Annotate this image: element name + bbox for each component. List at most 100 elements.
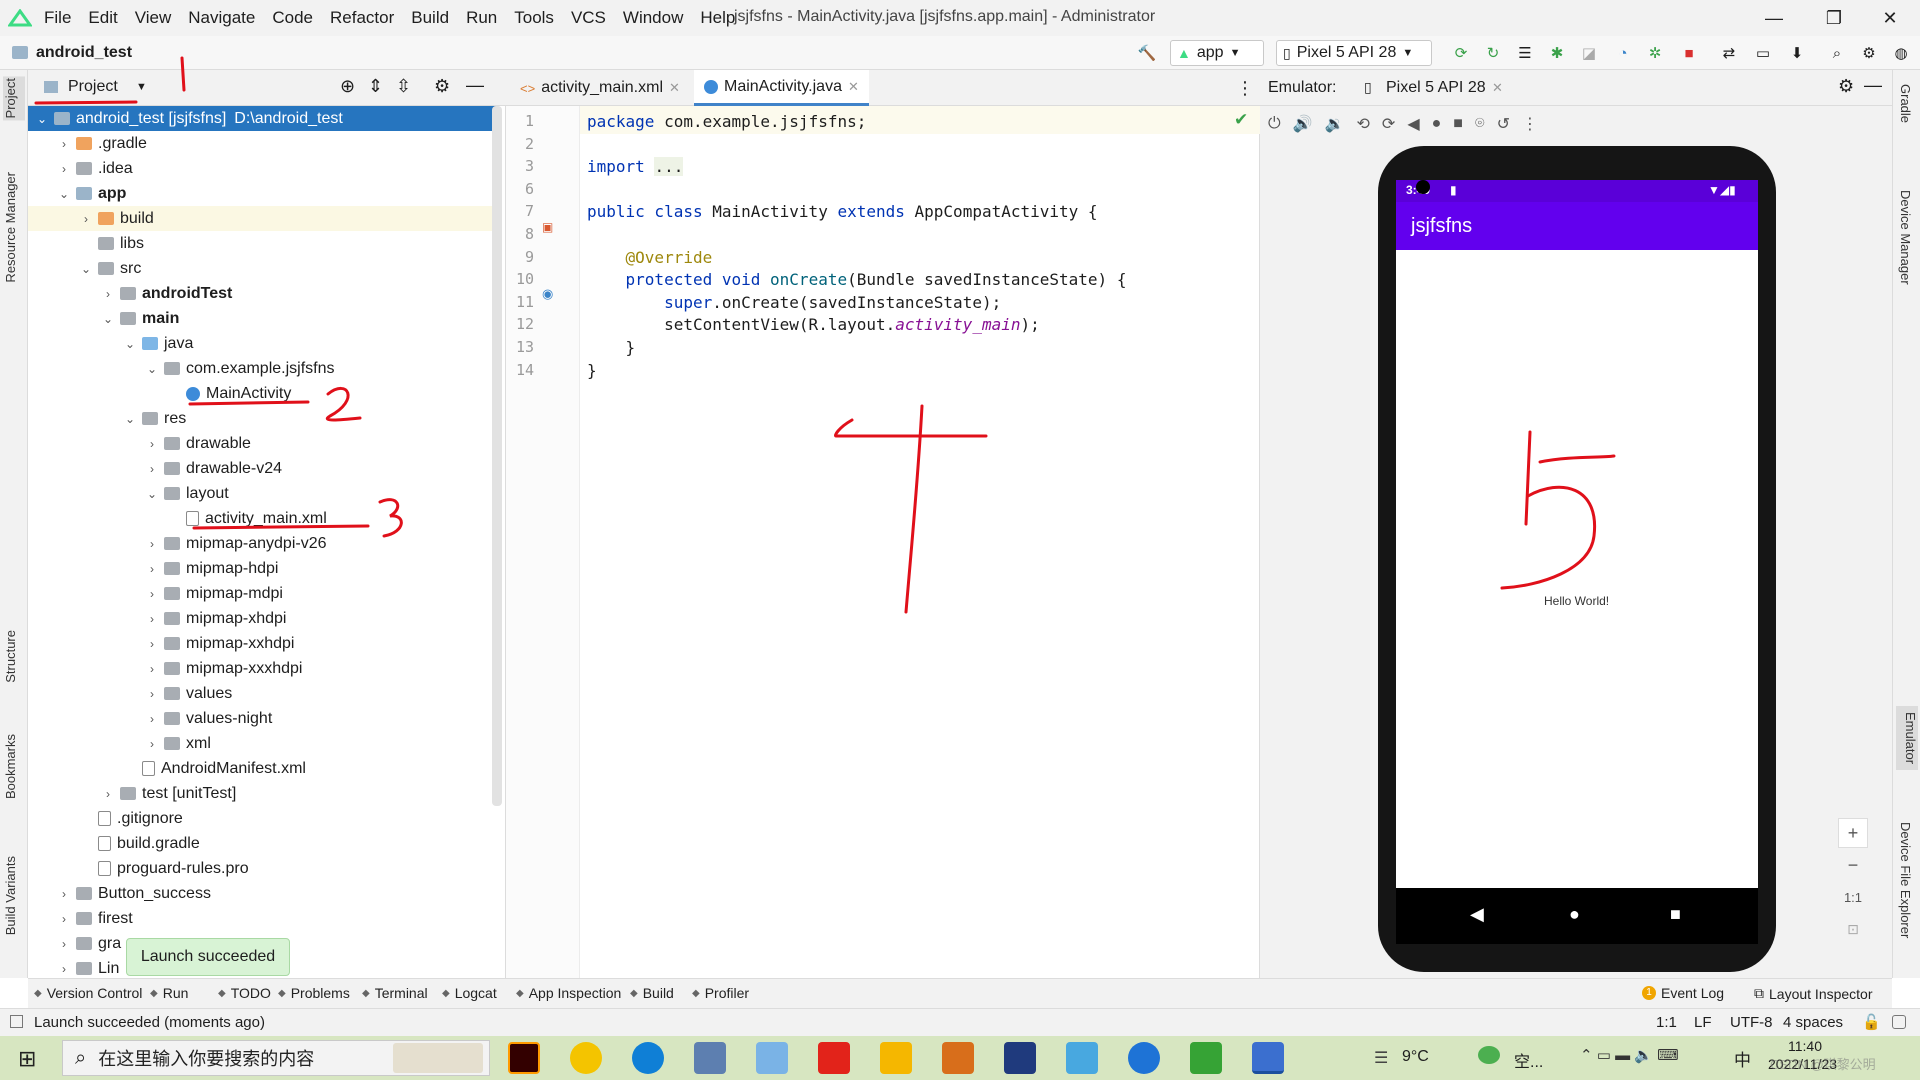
menu-vcs[interactable]: VCS xyxy=(571,8,606,28)
tree-item[interactable]: › values-night xyxy=(28,706,498,731)
tree-item[interactable]: build.gradle xyxy=(28,831,498,856)
volume-up-icon[interactable]: 🔊 xyxy=(1293,114,1313,134)
android-studio-taskbar-icon[interactable] xyxy=(1252,1042,1284,1074)
chevron-right-icon[interactable]: › xyxy=(56,137,72,151)
weather-temp[interactable]: 9°C xyxy=(1402,1048,1429,1066)
chevron-down-icon[interactable]: ⌄ xyxy=(144,362,160,376)
menu-code[interactable]: Code xyxy=(272,8,313,28)
gear-icon[interactable]: ⚙ xyxy=(1838,76,1854,97)
tree-item[interactable]: ⌄ src xyxy=(28,256,498,281)
nvidia-app-icon[interactable] xyxy=(1190,1042,1222,1074)
event-log-button[interactable]: 1 Event Log xyxy=(1642,985,1724,1001)
edge-browser-icon[interactable] xyxy=(632,1042,664,1074)
project-view-select[interactable]: Project xyxy=(68,78,118,96)
tree-item[interactable]: ⌄ com.example.jsjfsfns xyxy=(28,356,498,381)
chevron-right-icon[interactable]: › xyxy=(144,612,160,626)
tree-scrollbar[interactable] xyxy=(492,106,502,806)
tree-item[interactable]: libs xyxy=(28,231,498,256)
chevron-down-icon[interactable]: ⌄ xyxy=(34,112,50,126)
coverage-icon[interactable]: ◪ xyxy=(1578,42,1600,64)
tree-item[interactable]: › drawable xyxy=(28,431,498,456)
windows-start-icon[interactable]: ⊞ xyxy=(18,1046,36,1072)
notes-app-icon[interactable] xyxy=(1066,1042,1098,1074)
nav-back-icon[interactable]: ◀ xyxy=(1470,904,1484,925)
stripe-bookmarks[interactable]: Bookmarks xyxy=(3,734,18,799)
tool-problems[interactable]: ◆ Problems xyxy=(278,985,350,1001)
stripe-emulator[interactable]: Emulator xyxy=(1896,706,1918,771)
emulator-device-tab[interactable]: Pixel 5 API 28 xyxy=(1386,79,1486,97)
chevron-right-icon[interactable]: › xyxy=(144,662,160,676)
stripe-device-manager[interactable]: Device Manager xyxy=(1898,190,1913,285)
tree-item[interactable]: › xml xyxy=(28,731,498,756)
chevron-right-icon[interactable]: › xyxy=(144,537,160,551)
code-line[interactable]: @Override xyxy=(587,248,713,267)
menu-run[interactable]: Run xyxy=(466,8,497,28)
chevron-right-icon[interactable]: › xyxy=(56,962,72,976)
illustrator-app-icon[interactable] xyxy=(508,1042,540,1074)
tree-item[interactable]: › test [unitTest] xyxy=(28,781,498,806)
menu-refactor[interactable]: Refactor xyxy=(330,8,394,28)
tree-item[interactable]: › mipmap-hdpi xyxy=(28,556,498,581)
gear-icon[interactable]: ⚙ xyxy=(434,76,450,97)
menu-navigate[interactable]: Navigate xyxy=(188,8,255,28)
stripe-structure[interactable]: Structure xyxy=(3,630,18,683)
close-tab-icon[interactable]: ✕ xyxy=(1492,80,1503,96)
tree-item[interactable]: MainActivity xyxy=(28,381,498,406)
tree-item[interactable]: › androidTest xyxy=(28,281,498,306)
tool-app-inspection[interactable]: ◆ App Inspection xyxy=(516,985,621,1001)
collapse-all-icon[interactable]: ⇳ xyxy=(396,76,411,97)
tree-item[interactable]: › firest xyxy=(28,906,498,931)
close-tab-icon[interactable]: ✕ xyxy=(848,79,859,95)
chevron-right-icon[interactable]: › xyxy=(144,462,160,476)
tree-item[interactable]: ⌄ java xyxy=(28,331,498,356)
code-line[interactable]: protected void onCreate(Bundle savedInst… xyxy=(587,270,1127,289)
chevron-right-icon[interactable]: › xyxy=(56,887,72,901)
sogou-app-icon[interactable] xyxy=(1128,1042,1160,1074)
tool-run[interactable]: ◆ Run xyxy=(150,985,188,1001)
computer-app-icon[interactable] xyxy=(756,1042,788,1074)
nav-overview-icon[interactable]: ■ xyxy=(1670,904,1681,925)
chevron-down-icon[interactable]: ⌄ xyxy=(144,487,160,501)
expand-all-icon[interactable]: ⇕ xyxy=(368,76,383,97)
tool-build[interactable]: ◆ Build xyxy=(630,985,674,1001)
hide-panel-icon[interactable]: — xyxy=(1864,75,1882,96)
gear-icon[interactable]: ⚙ xyxy=(1858,42,1880,64)
status-toggle-icon[interactable] xyxy=(10,1015,23,1028)
stripe-device-file-explorer[interactable]: Device File Explorer xyxy=(1898,822,1913,938)
stripe-build-variants[interactable]: Build Variants xyxy=(3,856,18,935)
code-line[interactable]: package com.example.jsjfsfns; xyxy=(587,112,866,131)
fit-screen-icon[interactable]: ⊡ xyxy=(1838,914,1868,944)
run-tasks-icon[interactable]: ☰ xyxy=(1514,42,1536,64)
menu-help[interactable]: Help xyxy=(700,8,735,28)
more-icon[interactable]: ⋮ xyxy=(1522,114,1538,134)
code-line[interactable]: setContentView(R.layout.activity_main); xyxy=(587,315,1040,334)
sync-gradle-icon[interactable]: ⇄ xyxy=(1718,42,1740,64)
override-gutter-icon[interactable]: ◉ xyxy=(542,286,553,302)
indent-setting[interactable]: 4 spaces xyxy=(1783,1014,1843,1031)
apply-changes-icon[interactable]: ⟳ xyxy=(1450,42,1472,64)
status-message[interactable]: Launch succeeded (moments ago) xyxy=(34,1014,265,1031)
nav-home-icon[interactable]: ● xyxy=(1569,904,1580,925)
menu-file[interactable]: File xyxy=(44,8,71,28)
stripe-resource-manager[interactable]: Resource Manager xyxy=(3,172,18,283)
caret-position[interactable]: 1:1 xyxy=(1656,1014,1677,1031)
app-launcher-icon[interactable] xyxy=(570,1042,602,1074)
close-window-button[interactable]: ✕ xyxy=(1860,0,1920,36)
dev-cpp-app-icon[interactable] xyxy=(1004,1042,1036,1074)
menu-window[interactable]: Window xyxy=(623,8,683,28)
chevron-down-icon[interactable]: ⌄ xyxy=(122,337,138,351)
tree-item[interactable]: › mipmap-xxxhdpi xyxy=(28,656,498,681)
tree-item[interactable]: AndroidManifest.xml xyxy=(28,756,498,781)
home-icon[interactable]: ● xyxy=(1432,115,1442,133)
chevron-down-icon[interactable]: ▼ xyxy=(136,81,147,93)
chevron-right-icon[interactable]: › xyxy=(144,637,160,651)
tree-item[interactable]: ⌄ res xyxy=(28,406,498,431)
taskbar-time[interactable]: 11:40 xyxy=(1788,1038,1822,1054)
avd-manager-icon[interactable]: ▭ xyxy=(1752,42,1774,64)
code-line[interactable]: public class MainActivity extends AppCom… xyxy=(587,202,1098,221)
tray-icons[interactable]: ⌃ ▭ ▬ 🔈 ⌨ xyxy=(1580,1046,1679,1064)
file-explorer-icon[interactable] xyxy=(880,1042,912,1074)
tab-main-activity-java[interactable]: MainActivity.java ✕ xyxy=(694,70,869,106)
more-tabs-icon[interactable]: ⋮ xyxy=(1236,78,1254,99)
youdao-app-icon[interactable] xyxy=(818,1042,850,1074)
